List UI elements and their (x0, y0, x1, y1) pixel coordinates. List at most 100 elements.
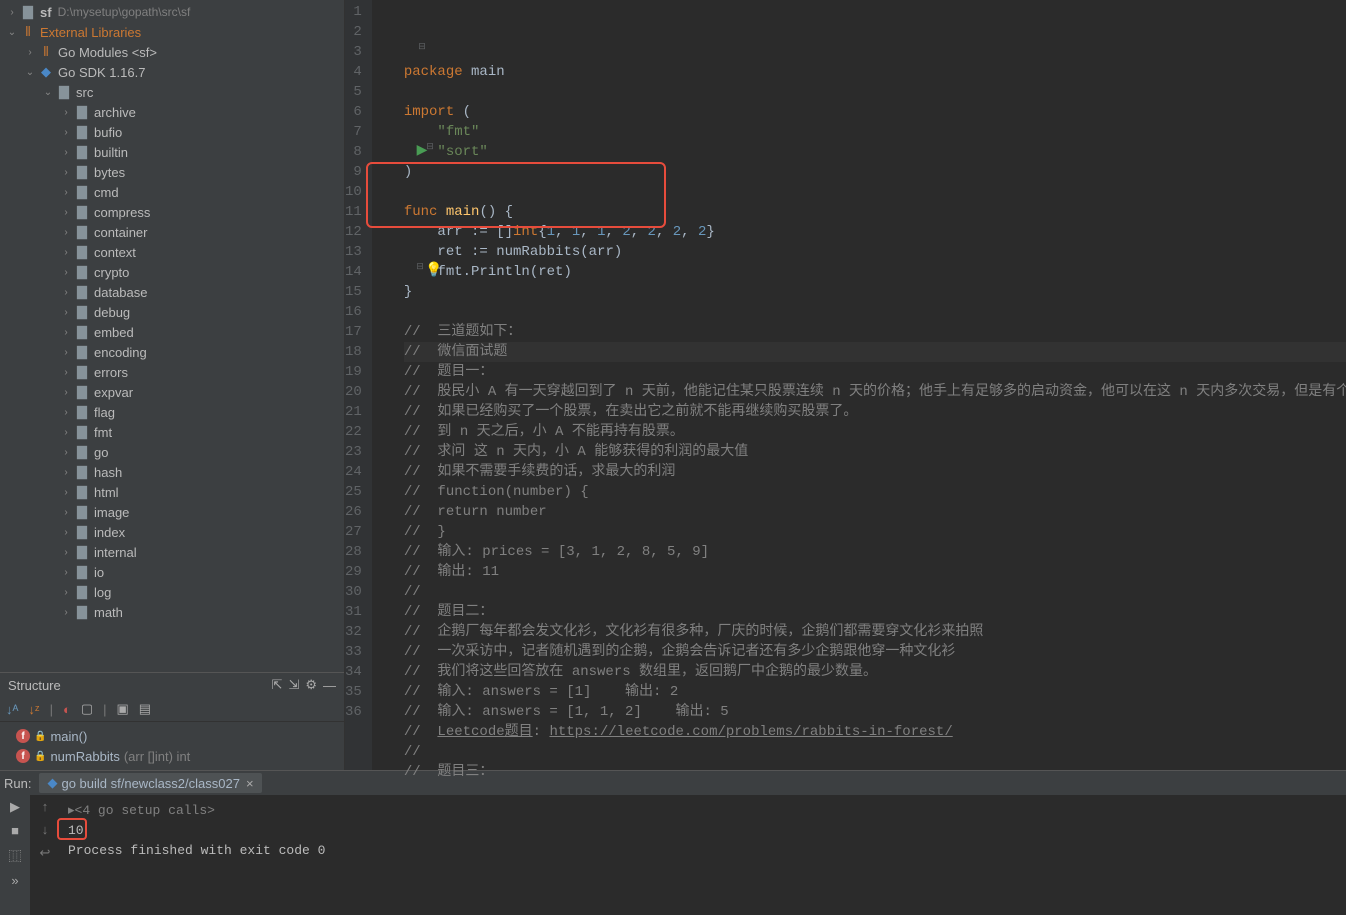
chevron-right-icon[interactable]: › (58, 107, 74, 118)
project-tree[interactable]: › ▇ sf D:\mysetup\gopath\src\sf ⌄ ⫴ Exte… (0, 0, 344, 672)
tree-folder-flag[interactable]: ›▇flag (0, 402, 344, 422)
chevron-right-icon[interactable]: › (58, 487, 74, 498)
toggle1-icon[interactable]: ◐ (63, 702, 71, 717)
code-line[interactable]: func main() { (404, 202, 1346, 222)
chevron-right-icon[interactable]: › (58, 127, 74, 138)
tree-folder-crypto[interactable]: ›▇crypto (0, 262, 344, 282)
chevron-right-icon[interactable]: › (58, 247, 74, 258)
code-line[interactable]: } (404, 282, 1346, 302)
expand-icon[interactable]: ⇱ (272, 677, 283, 693)
code-line[interactable]: // } (404, 522, 1346, 542)
code-line[interactable]: "sort" (404, 142, 1346, 162)
tree-folder-encoding[interactable]: ›▇encoding (0, 342, 344, 362)
chevron-right-icon[interactable]: › (58, 547, 74, 558)
tree-folder-fmt[interactable]: ›▇fmt (0, 422, 344, 442)
chevron-down-icon[interactable]: ⌄ (40, 87, 56, 98)
tree-folder-compress[interactable]: ›▇compress (0, 202, 344, 222)
gear-icon[interactable]: ⚙ (305, 677, 317, 693)
code-line[interactable]: // 题目一： (404, 362, 1346, 382)
code-line[interactable]: // 求问 这 n 天内，小 A 能够获得的利润的最大值 (404, 442, 1346, 462)
tree-folder-math[interactable]: ›▇math (0, 602, 344, 622)
code-editor[interactable]: 1234567891011121314151617181920212223242… (345, 0, 1346, 770)
code-line[interactable]: // 输入: prices = [3, 1, 2, 8, 5, 9] (404, 542, 1346, 562)
chevron-right-icon[interactable]: › (58, 307, 74, 318)
tree-folder-internal[interactable]: ›▇internal (0, 542, 344, 562)
structure-item[interactable]: f🔒numRabbits(arr []int) int (0, 746, 344, 766)
chevron-right-icon[interactable]: › (58, 467, 74, 478)
close-icon[interactable]: × (246, 776, 254, 791)
chevron-right-icon[interactable]: › (58, 167, 74, 178)
code-line[interactable]: // 输入: answers = [1, 1, 2] 输出: 5 (404, 702, 1346, 722)
tree-go-sdk[interactable]: ⌄ ◆ Go SDK 1.16.7 (0, 62, 344, 82)
chevron-right-icon[interactable]: › (58, 227, 74, 238)
code-line[interactable]: arr := []int{1, 1, 1, 2, 2, 2, 2} (404, 222, 1346, 242)
tree-folder-errors[interactable]: ›▇errors (0, 362, 344, 382)
code-line[interactable]: fmt.Println(ret) (404, 262, 1346, 282)
tree-folder-container[interactable]: ›▇container (0, 222, 344, 242)
collapse-icon[interactable]: ⇲ (288, 677, 299, 693)
chevron-right-icon[interactable]: › (58, 607, 74, 618)
sort-az-icon[interactable]: ↓ᴬ (6, 702, 18, 717)
code-line[interactable]: ) (404, 162, 1346, 182)
tree-root[interactable]: › ▇ sf D:\mysetup\gopath\src\sf (0, 2, 344, 22)
chevron-right-icon[interactable]: › (58, 527, 74, 538)
chevron-right-icon[interactable]: › (58, 327, 74, 338)
tree-folder-hash[interactable]: ›▇hash (0, 462, 344, 482)
code-line[interactable]: ret := numRabbits(arr) (404, 242, 1346, 262)
chevron-right-icon[interactable]: › (58, 147, 74, 158)
code-line[interactable]: // 如果已经购买了一个股票，在卖出它之前就不能再继续购买股票了。 (404, 402, 1346, 422)
tree-folder-html[interactable]: ›▇html (0, 482, 344, 502)
tree-folder-context[interactable]: ›▇context (0, 242, 344, 262)
minimize-icon[interactable]: — (323, 678, 336, 693)
run-tab[interactable]: ◆ go build sf/newclass2/class027 × (39, 773, 261, 793)
tree-folder-cmd[interactable]: ›▇cmd (0, 182, 344, 202)
chevron-right-icon[interactable]: › (58, 187, 74, 198)
structure-item[interactable]: f🔒main() (0, 726, 344, 746)
chevron-right-icon[interactable]: › (58, 387, 74, 398)
code-line[interactable]: package main (404, 62, 1346, 82)
code-line[interactable]: // 我们将这些回答放在 answers 数组里，返回鹅厂中企鹅的最少数量。 (404, 662, 1346, 682)
code-line[interactable]: "fmt" (404, 122, 1346, 142)
tree-folder-embed[interactable]: ›▇embed (0, 322, 344, 342)
code-line[interactable]: // 题目二： (404, 602, 1346, 622)
chevron-right-icon[interactable]: › (58, 287, 74, 298)
code-line[interactable]: // (404, 582, 1346, 602)
tree-folder-database[interactable]: ›▇database (0, 282, 344, 302)
tree-folder-go[interactable]: ›▇go (0, 442, 344, 462)
up-icon[interactable]: ↑ (42, 799, 49, 814)
code-line[interactable]: // 输出: 11 (404, 562, 1346, 582)
more-icon[interactable]: » (11, 873, 18, 888)
chevron-right-icon[interactable]: › (58, 347, 74, 358)
play-icon[interactable]: ▶ (10, 799, 20, 815)
code-line[interactable]: // 到 n 天之后，小 A 不能再持有股票。 (404, 422, 1346, 442)
code-line[interactable]: import ( (404, 102, 1346, 122)
code-line[interactable]: // function(number) { (404, 482, 1346, 502)
stop-icon[interactable]: ■ (11, 823, 19, 838)
tree-folder-expvar[interactable]: ›▇expvar (0, 382, 344, 402)
tree-external-libraries[interactable]: ⌄ ⫴ External Libraries (0, 22, 344, 42)
chevron-down-icon[interactable]: ⌄ (22, 67, 38, 78)
chevron-right-icon[interactable]: › (58, 267, 74, 278)
toggle3-icon[interactable]: ▣ (117, 701, 129, 717)
toggle4-icon[interactable]: ▤ (139, 701, 151, 717)
code-line[interactable]: // 企鹅厂每年都会发文化衫，文化衫有很多种，厂庆的时候，企鹅们都需要穿文化衫来… (404, 622, 1346, 642)
tree-folder-builtin[interactable]: ›▇builtin (0, 142, 344, 162)
tree-folder-bufio[interactable]: ›▇bufio (0, 122, 344, 142)
sort-za-icon[interactable]: ↓ᶻ (28, 702, 39, 717)
chevron-right-icon[interactable]: › (58, 367, 74, 378)
chevron-right-icon[interactable]: › (58, 207, 74, 218)
chevron-right-icon[interactable]: › (58, 587, 74, 598)
chevron-right-icon[interactable]: › (58, 507, 74, 518)
code-line[interactable]: // 如果不需要手续费的话，求最大的利润 (404, 462, 1346, 482)
down-icon[interactable]: ↓ (42, 822, 49, 837)
chevron-right-icon[interactable]: › (58, 427, 74, 438)
chevron-right-icon[interactable]: › (58, 567, 74, 578)
layout-icon[interactable]: ⿲ (8, 846, 21, 865)
code-line[interactable] (404, 302, 1346, 322)
code-line[interactable] (404, 82, 1346, 102)
code-line[interactable]: // 题目三： (404, 762, 1346, 782)
wrap-icon[interactable]: ↩ (40, 845, 51, 861)
toggle2-icon[interactable]: ▢ (81, 701, 93, 717)
tree-folder-index[interactable]: ›▇index (0, 522, 344, 542)
tree-folder-log[interactable]: ›▇log (0, 582, 344, 602)
